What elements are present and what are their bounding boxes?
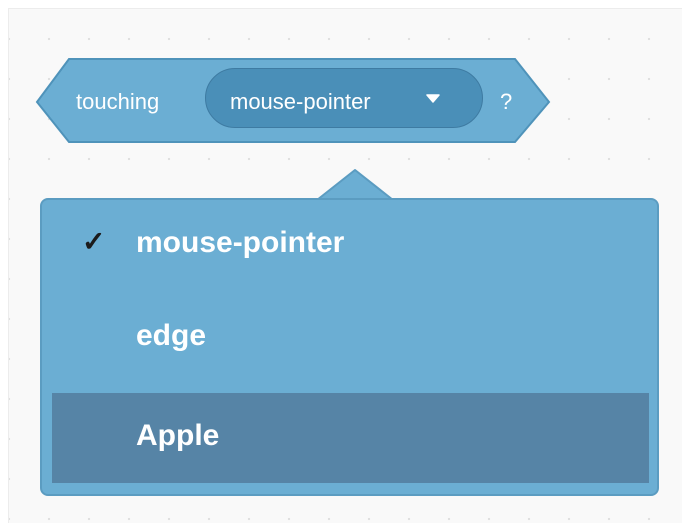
menu-item-label: edge [136, 319, 207, 352]
block-opcode-label: touching [76, 89, 160, 114]
menu-item-apple[interactable]: Apple [52, 393, 649, 483]
block-question-mark: ? [500, 89, 513, 114]
chevron-down-icon [426, 94, 440, 103]
touching-block[interactable]: touching mouse-pointer ? [35, 58, 551, 148]
object-menu-list: ✓ mouse-pointer edge Apple [40, 198, 659, 496]
menu-item-mouse-pointer[interactable]: ✓ mouse-pointer [52, 200, 649, 288]
menu-item-edge[interactable]: edge [52, 293, 649, 381]
object-menu-dropdown[interactable]: mouse-pointer [205, 68, 483, 128]
menu-item-label: mouse-pointer [136, 226, 345, 259]
check-icon: ✓ [82, 226, 106, 257]
object-menu-value: mouse-pointer [230, 89, 371, 114]
menu-item-label: Apple [136, 419, 220, 452]
